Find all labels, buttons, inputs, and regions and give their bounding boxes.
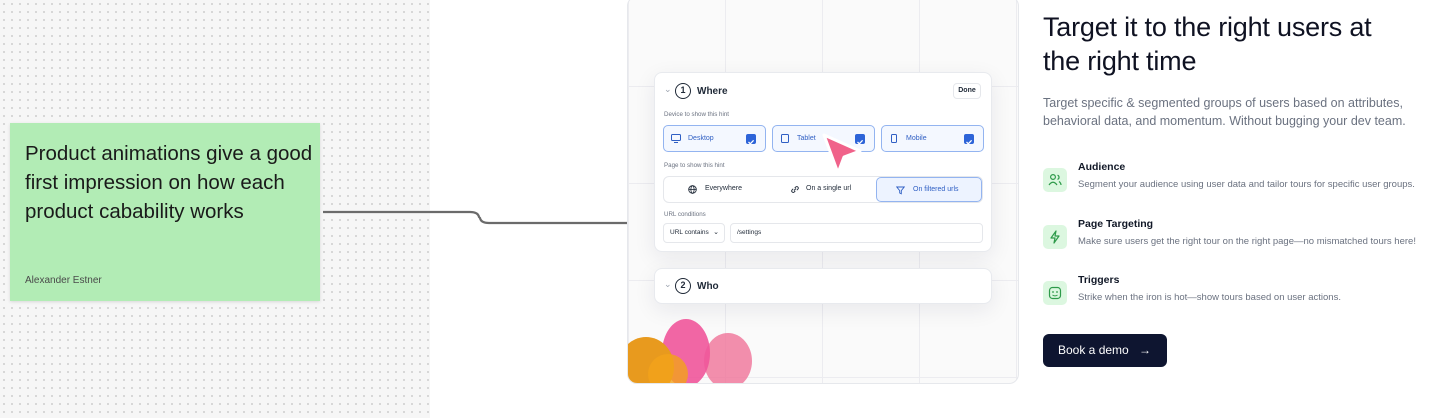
- url-condition-input[interactable]: /settings: [730, 223, 983, 243]
- page-options: Everywhere On a single url On filtered u…: [663, 176, 983, 203]
- page-option-label-single-url: On a single url: [806, 185, 852, 192]
- page-option-single-url[interactable]: On a single url: [770, 177, 876, 202]
- lightning-icon: [1043, 225, 1067, 249]
- globe-icon: [688, 185, 697, 194]
- feature-title: Audience: [1078, 161, 1126, 173]
- check-icon: [748, 139, 755, 145]
- who-panel[interactable]: ⌄ 2 Who: [654, 268, 992, 304]
- filter-icon: [896, 186, 905, 195]
- cursor-pointer-icon: [822, 133, 862, 175]
- where-title: Where: [697, 86, 728, 97]
- done-button[interactable]: Done: [953, 83, 981, 99]
- feature-description: Segment your audience using user data an…: [1078, 179, 1415, 190]
- device-option-desktop[interactable]: Desktop: [663, 125, 766, 152]
- users-icon: [1043, 168, 1067, 192]
- trigger-icon: [1043, 281, 1067, 305]
- page-option-filtered-urls[interactable]: On filtered urls: [876, 177, 982, 202]
- feature-description: Make sure users get the right tour on th…: [1078, 236, 1416, 247]
- device-label-tablet: Tablet: [797, 135, 816, 142]
- decorative-blob: [628, 319, 752, 383]
- arrow-right-icon: →: [1139, 343, 1151, 357]
- step-number-1: 1: [675, 83, 691, 99]
- monitor-icon: [671, 134, 681, 143]
- product-preview-card: ⌄ 1 Where Done Device to show this hint …: [627, 0, 1019, 384]
- feature-page-targeting: Page Targeting Make sure users get the r…: [1043, 218, 1423, 262]
- device-label-desktop: Desktop: [688, 135, 714, 142]
- link-icon: [791, 186, 799, 193]
- checkbox-desktop[interactable]: [746, 134, 756, 145]
- checkbox-mobile[interactable]: [964, 134, 974, 145]
- feature-title: Triggers: [1078, 274, 1120, 286]
- tablet-icon: [781, 134, 789, 143]
- url-condition-select[interactable]: URL contains ⌄: [663, 223, 725, 243]
- page-option-label-filtered-urls: On filtered urls: [913, 186, 959, 193]
- chevron-down-icon[interactable]: ⌄: [664, 279, 672, 290]
- device-option-mobile[interactable]: Mobile: [881, 125, 984, 152]
- page-option-label-everywhere: Everywhere: [705, 185, 742, 192]
- who-title: Who: [697, 281, 719, 292]
- url-conditions-label: URL conditions: [664, 211, 706, 218]
- feature-title: Page Targeting: [1078, 218, 1154, 230]
- page-option-everywhere[interactable]: Everywhere: [664, 177, 770, 202]
- feature-description: Strike when the iron is hot—show tours b…: [1078, 292, 1341, 303]
- chevron-down-icon: ⌄: [713, 229, 719, 236]
- book-demo-button[interactable]: Book a demo →: [1043, 334, 1167, 367]
- chevron-down-icon[interactable]: ⌄: [664, 84, 672, 95]
- section-subtext: Target specific & segmented groups of us…: [1043, 96, 1406, 128]
- connector-arrow[interactable]: [0, 0, 650, 418]
- feature-triggers: Triggers Strike when the iron is hot—sho…: [1043, 274, 1423, 308]
- book-demo-label: Book a demo: [1058, 343, 1129, 357]
- mobile-icon: [891, 134, 897, 143]
- step-number-2: 2: [675, 278, 691, 294]
- device-label-mobile: Mobile: [906, 135, 927, 142]
- url-condition-select-value: URL contains: [670, 229, 709, 236]
- device-label: Device to show this hint: [664, 111, 729, 118]
- check-icon: [966, 139, 973, 145]
- page-label: Page to show this hint: [664, 162, 725, 169]
- section-headline: Target it to the right users at the righ…: [1043, 12, 1372, 76]
- feature-audience: Audience Segment your audience using use…: [1043, 161, 1423, 205]
